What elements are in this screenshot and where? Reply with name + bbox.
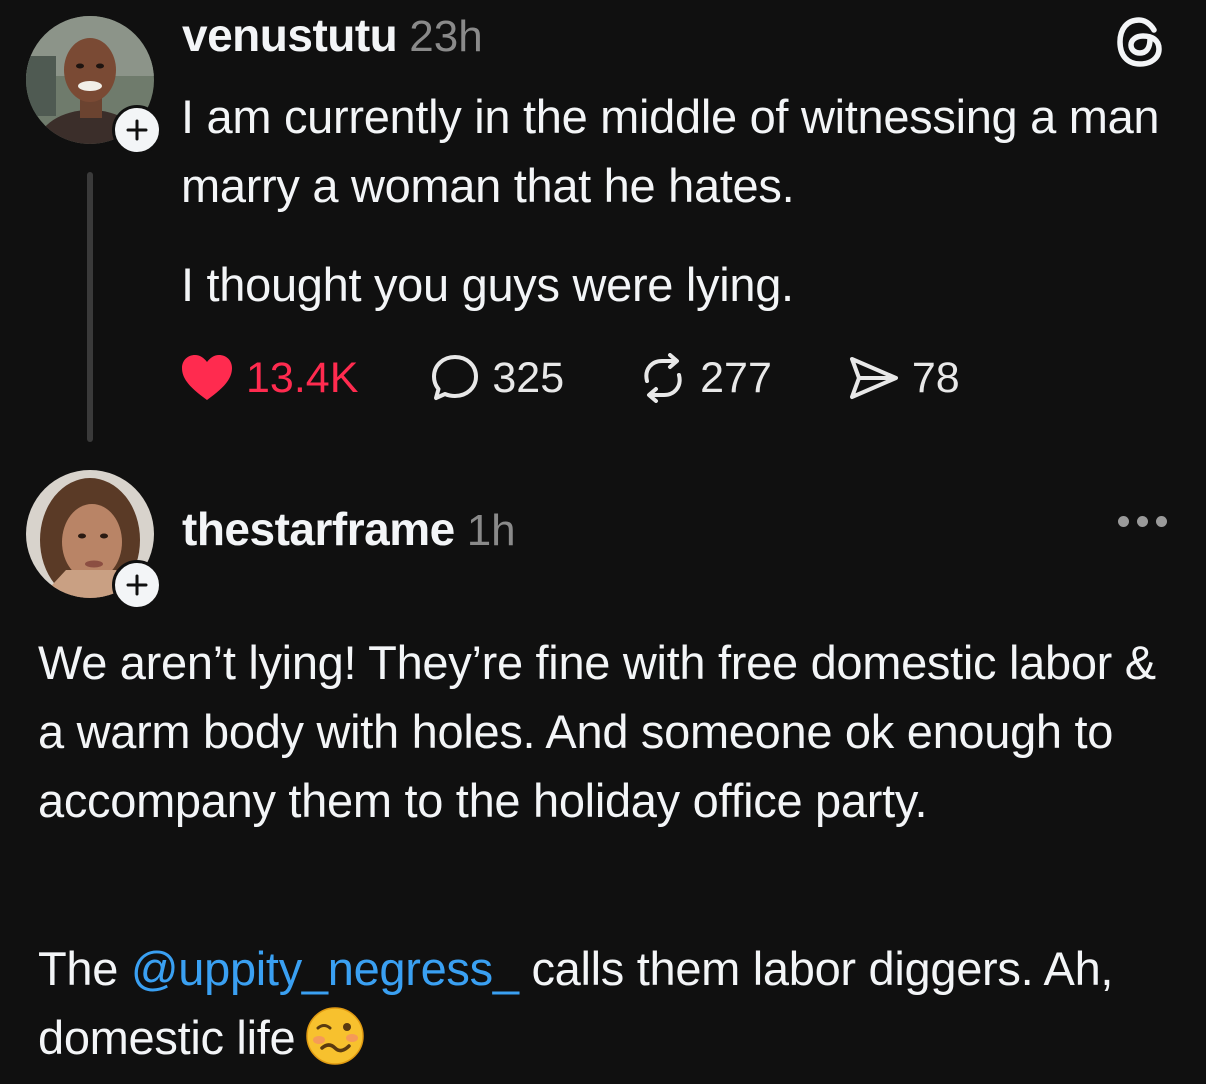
dot [1137, 516, 1148, 527]
heart-icon [182, 355, 232, 400]
timestamp[interactable]: 23h [409, 12, 482, 62]
username[interactable]: thestarframe [182, 502, 455, 556]
username[interactable]: venustutu [182, 8, 398, 62]
post-text-line: I thought you guys were lying. [181, 258, 794, 311]
mention-link[interactable]: @uppity_negress_ [131, 942, 519, 995]
threads-logo-icon[interactable] [1112, 14, 1168, 75]
thread-connector-line [87, 172, 93, 442]
share-button[interactable]: 78 [848, 354, 960, 403]
dot [1118, 516, 1129, 527]
text-before-mention: The [38, 942, 131, 995]
post-text-paragraph: The @uppity_negress_ calls them labor di… [38, 934, 1178, 1084]
share-count: 78 [911, 353, 960, 402]
post-header: thestarframe 1h [182, 502, 516, 556]
speech-bubble-icon [432, 355, 479, 400]
woozy-face-emoji-icon [305, 1006, 365, 1084]
post-text-paragraph: We aren’t lying! They’re fine with free … [38, 636, 1156, 827]
dot [1156, 516, 1167, 527]
post-actions: 13.4K 325 277 78 [180, 348, 960, 408]
repost-arrows-icon [644, 353, 682, 403]
paper-plane-icon [849, 357, 898, 399]
plus-icon [126, 119, 148, 141]
repost-count: 277 [700, 353, 772, 402]
post-text-line: I am currently in the middle of witnessi… [181, 90, 1160, 212]
repost-button[interactable]: 277 [638, 353, 772, 403]
like-count: 13.4K [246, 353, 359, 402]
post-header: venustutu 23h [182, 8, 483, 62]
timestamp[interactable]: 1h [467, 506, 516, 556]
more-options-ellipsis-icon[interactable] [1118, 516, 1167, 527]
follow-button-venustutu[interactable] [112, 105, 162, 155]
reply-button[interactable]: 325 [430, 353, 564, 403]
reply-count: 325 [492, 353, 565, 402]
plus-icon [126, 574, 148, 596]
like-button[interactable]: 13.4K [180, 354, 358, 403]
follow-button-thestarframe[interactable] [112, 560, 162, 610]
